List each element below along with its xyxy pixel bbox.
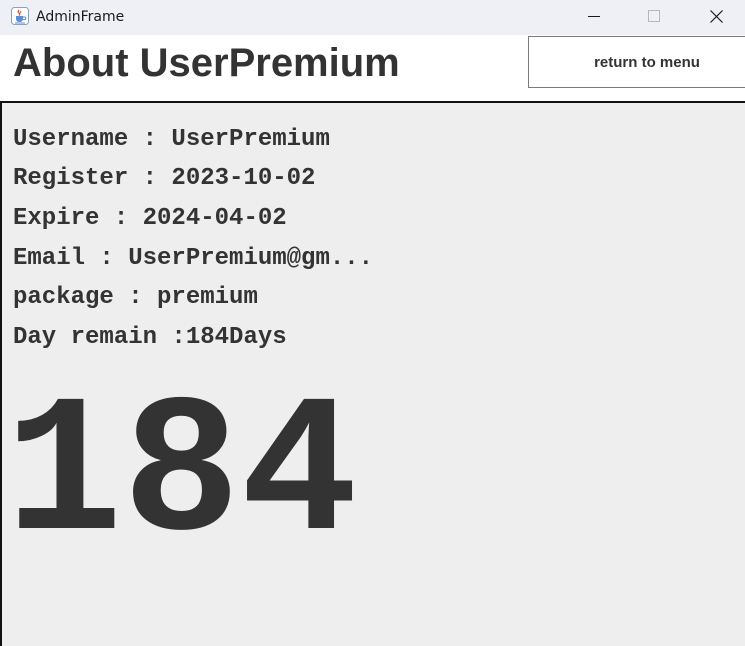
minimize-button[interactable] [563,0,623,33]
java-cup-icon [11,7,29,25]
close-icon [710,10,723,23]
header: About UserPremium return to menu [0,35,745,102]
return-to-menu-button[interactable]: return to menu [528,36,745,88]
title-bar[interactable]: AdminFrame [0,0,745,35]
day-remain-label: Day remain :184Days [13,324,287,351]
close-button[interactable] [686,0,745,33]
admin-frame-window: AdminFrame About UserPremium return to m… [0,0,745,646]
expire-date-label: Expire : 2024-04-02 [13,205,287,232]
maximize-icon [648,10,660,22]
username-label: Username : UserPremium [13,126,330,153]
user-info-panel: Username : UserPremium Register : 2023-1… [0,101,745,646]
window-title: AdminFrame [36,9,125,25]
maximize-button[interactable] [624,0,684,33]
package-label: package : premium [13,284,258,311]
minimize-icon [588,16,600,17]
page-title: About UserPremium [13,41,400,85]
register-date-label: Register : 2023-10-02 [13,165,316,192]
email-label: Email : UserPremium@gm... [13,245,374,272]
days-remaining-counter: 184 [5,365,358,587]
